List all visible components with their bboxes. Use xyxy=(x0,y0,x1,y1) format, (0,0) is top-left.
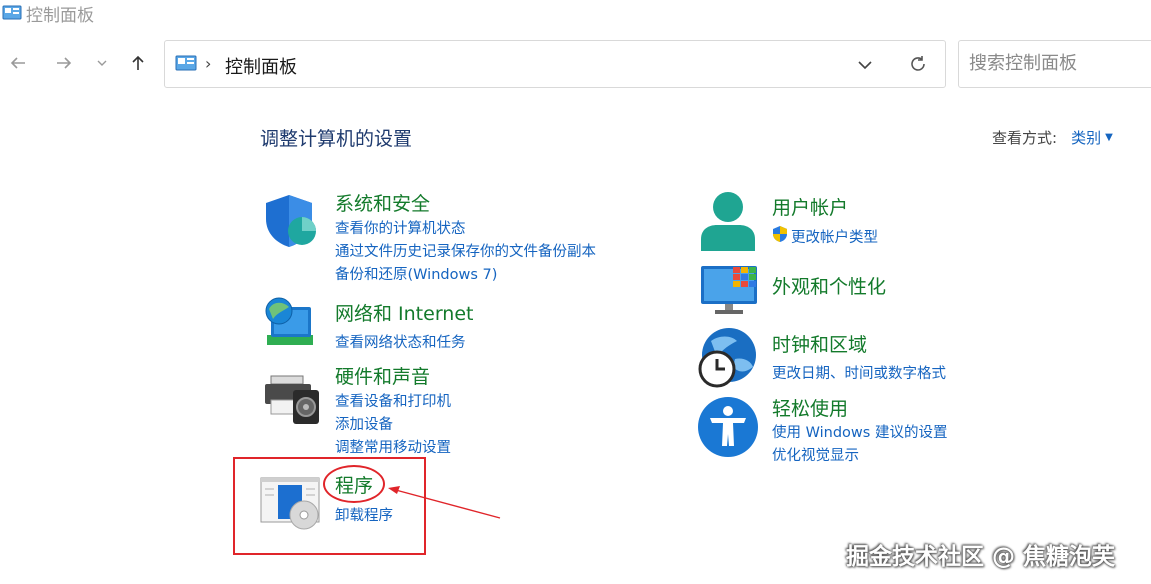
up-button[interactable] xyxy=(126,50,150,76)
forward-button[interactable] xyxy=(52,50,76,76)
link-file-history-backup[interactable]: 通过文件历史记录保存你的文件备份副本 xyxy=(335,240,596,261)
watermark: 掘金技术社区 @ 焦糖泡芙 xyxy=(846,544,1116,570)
link-windows-recommended-settings[interactable]: 使用 Windows 建议的设置 xyxy=(772,421,947,442)
category-appearance[interactable]: 外观和个性化 xyxy=(772,272,886,299)
clock-globe-icon[interactable] xyxy=(697,327,759,389)
breadcrumb-separator: › xyxy=(205,54,212,73)
view-by: 查看方式: 类别 ▼ xyxy=(992,127,1113,148)
network-globe-icon[interactable] xyxy=(261,297,319,353)
link-mobility-settings[interactable]: 调整常用移动设置 xyxy=(335,436,451,457)
printer-speaker-icon[interactable] xyxy=(263,372,323,428)
address-dropdown-icon[interactable] xyxy=(855,55,875,75)
link-view-computer-status[interactable]: 查看你的计算机状态 xyxy=(335,217,466,238)
accessibility-icon[interactable] xyxy=(697,396,759,458)
caret-down-icon[interactable]: ▼ xyxy=(1105,132,1113,143)
back-button[interactable] xyxy=(6,50,30,76)
annotation-ellipse xyxy=(323,465,385,503)
title-bar: 控制面板 xyxy=(0,0,94,26)
category-user-accounts[interactable]: 用户帐户 xyxy=(772,193,848,220)
back-arrow-icon xyxy=(10,57,25,69)
uac-shield-icon xyxy=(773,226,787,242)
link-network-status[interactable]: 查看网络状态和任务 xyxy=(335,331,466,352)
page-title: 调整计算机的设置 xyxy=(260,128,413,150)
refresh-icon[interactable] xyxy=(907,53,929,75)
link-devices-printers[interactable]: 查看设备和打印机 xyxy=(335,390,451,411)
control-panel-icon xyxy=(2,5,22,20)
link-optimize-visual-display[interactable]: 优化视觉显示 xyxy=(772,444,859,465)
search-input[interactable] xyxy=(969,53,1149,74)
category-network-internet[interactable]: 网络和 Internet xyxy=(335,299,473,326)
link-change-date-time-format[interactable]: 更改日期、时间或数字格式 xyxy=(772,362,946,383)
chevron-down-icon xyxy=(97,60,107,66)
forward-arrow-icon xyxy=(57,57,72,69)
recent-locations-button[interactable] xyxy=(90,50,114,76)
category-clock-region[interactable]: 时钟和区域 xyxy=(772,330,867,357)
shield-icon[interactable] xyxy=(262,193,320,249)
view-by-dropdown[interactable]: 类别 xyxy=(1071,127,1101,148)
category-hardware-sound[interactable]: 硬件和声音 xyxy=(335,362,430,389)
up-arrow-icon xyxy=(132,55,144,70)
search-box[interactable] xyxy=(958,40,1151,88)
window-title: 控制面板 xyxy=(26,5,94,26)
view-by-label: 查看方式: xyxy=(992,129,1058,147)
control-panel-icon xyxy=(175,55,197,71)
link-backup-restore[interactable]: 备份和还原(Windows 7) xyxy=(335,263,497,284)
user-account-icon[interactable] xyxy=(699,191,757,251)
category-ease-of-access[interactable]: 轻松使用 xyxy=(772,394,848,421)
appearance-monitor-icon[interactable] xyxy=(699,264,759,316)
address-bar[interactable]: › 控制面板 xyxy=(164,40,946,88)
annotation-arrow-icon xyxy=(388,486,501,519)
link-change-account-type[interactable]: 更改帐户类型 xyxy=(791,226,878,247)
breadcrumb-control-panel[interactable]: 控制面板 xyxy=(225,53,297,79)
link-add-device[interactable]: 添加设备 xyxy=(335,413,393,434)
category-system-security[interactable]: 系统和安全 xyxy=(335,189,430,216)
